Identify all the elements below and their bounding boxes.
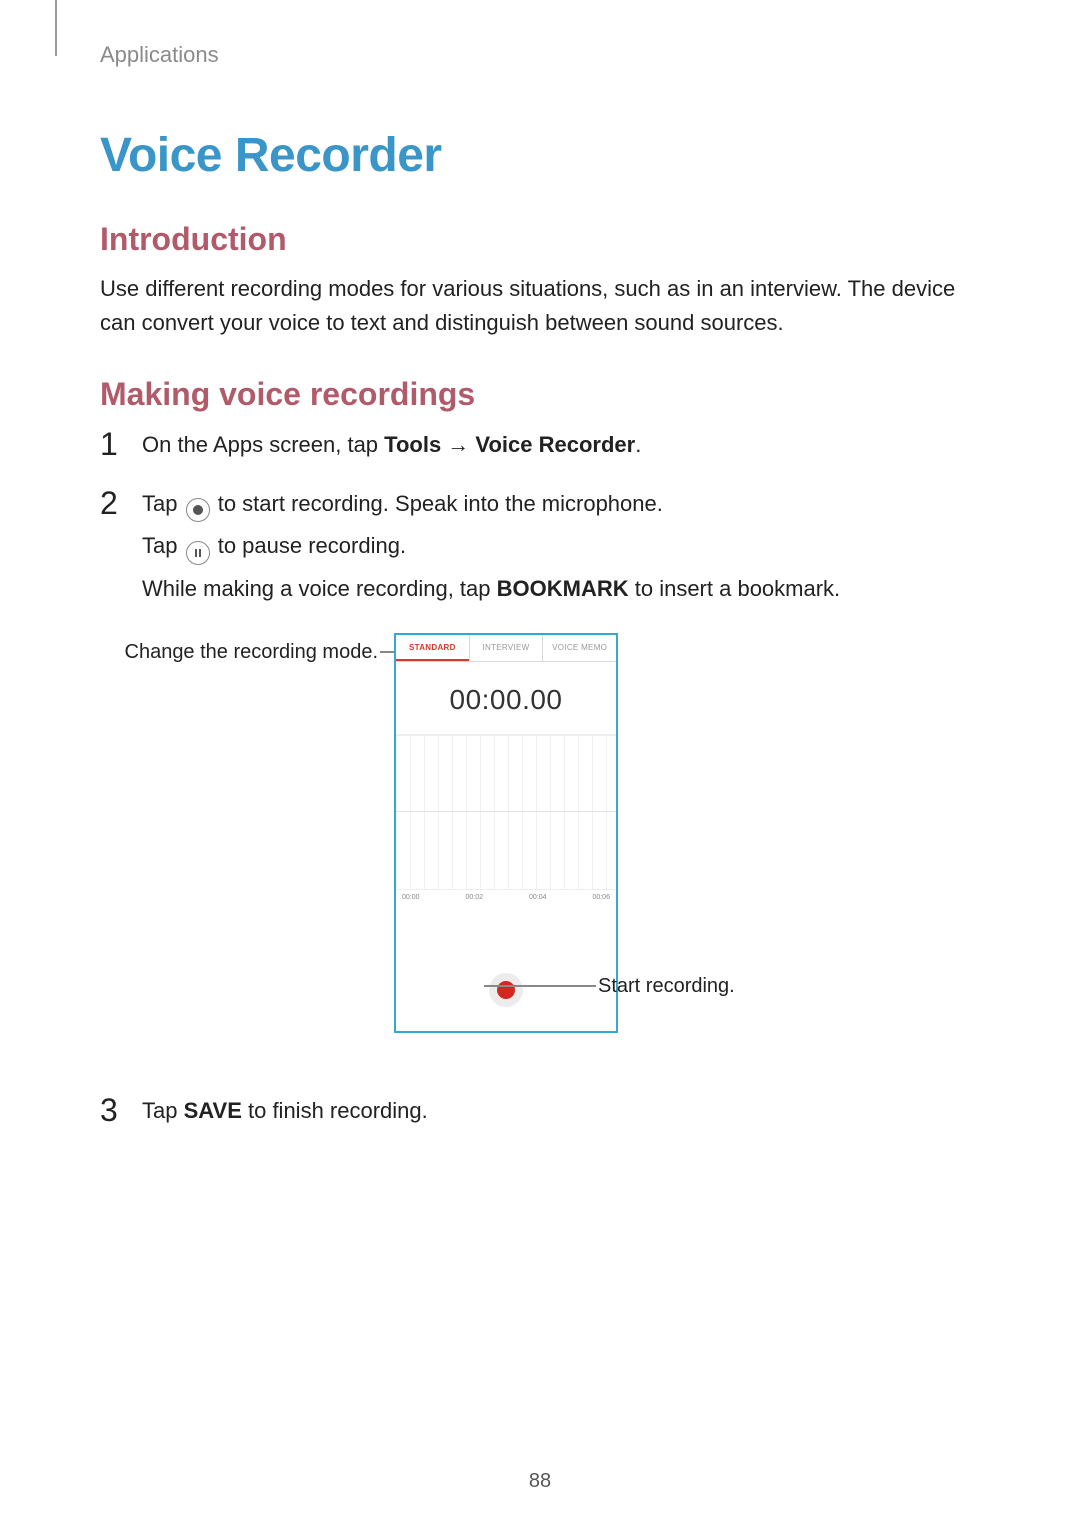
text: to start recording. Speak into the micro… — [218, 491, 663, 516]
tab-voice-memo[interactable]: VOICE MEMO — [543, 635, 616, 661]
callout-line — [380, 651, 394, 653]
mode-tabs: STANDARD INTERVIEW VOICE MEMO — [396, 635, 616, 662]
text: While making a voice recording, tap — [142, 576, 497, 601]
pause-icon — [186, 541, 210, 565]
intro-heading: Introduction — [100, 221, 980, 258]
step-number: 3 — [100, 1093, 142, 1128]
page-number: 88 — [0, 1470, 1080, 1493]
phone-screenshot: STANDARD INTERVIEW VOICE MEMO 00:00.00 0… — [394, 633, 618, 1033]
timeline-tick: 00:02 — [465, 894, 483, 901]
side-rule — [55, 0, 57, 56]
step-3: 3 Tap SAVE to finish recording. — [100, 1093, 980, 1134]
text-bold: Voice Recorder — [475, 432, 635, 457]
text-bold: Tools — [384, 432, 441, 457]
step-2: 2 Tap to start recording. Speak into the… — [100, 486, 980, 612]
recording-timer: 00:00.00 — [396, 662, 616, 734]
waveform-timeline: 00:00 00:02 00:04 00:06 — [396, 890, 616, 901]
timeline-tick: 00:04 — [529, 894, 547, 901]
intro-body: Use different recording modes for variou… — [100, 272, 980, 340]
timeline-tick: 00:06 — [592, 894, 610, 901]
waveform-area — [396, 734, 616, 890]
step-body: Tap to start recording. Speak into the m… — [142, 486, 840, 612]
record-dot-icon — [497, 981, 515, 999]
callout-line — [484, 985, 596, 987]
document-page: Applications Voice Recorder Introduction… — [0, 0, 1080, 1527]
step-number: 1 — [100, 427, 142, 462]
text: Tap — [142, 491, 184, 516]
step-1: 1 On the Apps screen, tap Tools → Voice … — [100, 427, 980, 468]
text: → — [441, 432, 475, 457]
text-bold: SAVE — [184, 1098, 242, 1123]
callout-start-recording: Start recording. — [598, 975, 735, 998]
text: to finish recording. — [242, 1098, 428, 1123]
step-body: On the Apps screen, tap Tools → Voice Re… — [142, 427, 641, 468]
record-icon — [186, 498, 210, 522]
step-number: 2 — [100, 486, 142, 521]
breadcrumb: Applications — [100, 42, 980, 68]
tab-interview[interactable]: INTERVIEW — [470, 635, 544, 661]
callout-change-mode: Change the recording mode. — [118, 641, 378, 664]
text: On the Apps screen, tap — [142, 432, 384, 457]
timeline-tick: 00:00 — [402, 894, 420, 901]
record-button[interactable] — [489, 973, 523, 1007]
text: to pause recording. — [218, 533, 406, 558]
illustration: Change the recording mode. STANDARD INTE… — [100, 633, 980, 1063]
page-title: Voice Recorder — [100, 128, 980, 183]
making-heading: Making voice recordings — [100, 376, 980, 413]
steps-list: 1 On the Apps screen, tap Tools → Voice … — [100, 427, 980, 1134]
text: to insert a bookmark. — [629, 576, 841, 601]
text: Tap — [142, 533, 184, 558]
text-bold: BOOKMARK — [497, 576, 629, 601]
tab-standard[interactable]: STANDARD — [396, 635, 470, 661]
step-body: Tap SAVE to finish recording. — [142, 1093, 428, 1134]
text: Tap — [142, 1098, 184, 1123]
text: . — [635, 432, 641, 457]
